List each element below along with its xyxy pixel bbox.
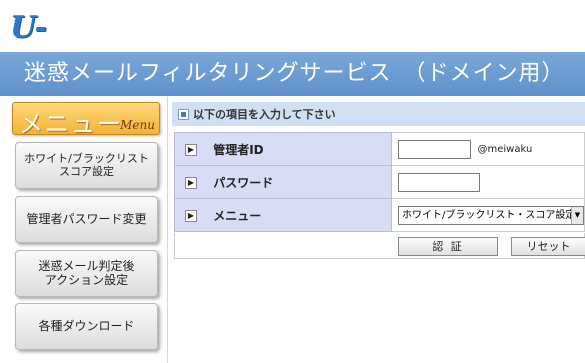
menu-select-value: ホワイト/ブラックリスト・スコア設定 bbox=[402, 209, 576, 221]
chevron-down-icon[interactable]: ▼ bbox=[571, 206, 583, 224]
spam-action-settings-button[interactable]: 迷惑メール判定後 アクション設定 bbox=[15, 250, 158, 297]
admin-id-label: 管理者ID bbox=[213, 142, 264, 157]
password-value-cell bbox=[391, 165, 585, 199]
menu-title: メニュー bbox=[19, 110, 123, 138]
section-header: 以下の項目を入力して下さい bbox=[172, 102, 585, 126]
password-input[interactable] bbox=[398, 172, 480, 192]
menu-select[interactable]: ホワイト/ブラックリスト・スコア設定 ▼ bbox=[398, 205, 584, 225]
reset-button[interactable]: リセット bbox=[511, 237, 585, 256]
domain-suffix: @meiwaku bbox=[477, 143, 533, 155]
main-content: 以下の項目を入力して下さい ▶ 管理者ID @meiwaku ▶ パスワード ▶… bbox=[172, 96, 585, 363]
menu-label-cell: ▶ メニュー bbox=[174, 198, 392, 232]
password-label-cell: ▶ パスワード bbox=[174, 165, 392, 199]
admin-id-input[interactable] bbox=[398, 139, 471, 159]
admin-id-value-cell: @meiwaku bbox=[391, 132, 585, 166]
u-netsurf-logo: U-netSURF bbox=[10, 10, 153, 85]
form-row-menu: ▶ メニュー ホワイト/ブラックリスト・スコア設定 ▼ bbox=[174, 198, 585, 232]
form-actions: 認 証 リセット bbox=[174, 233, 585, 259]
admin-password-change-button[interactable]: 管理者パスワード変更 bbox=[15, 196, 158, 243]
authenticate-button[interactable]: 認 証 bbox=[398, 237, 498, 256]
sidebar: メニュー Menu ホワイト/ブラックリスト スコア設定 管理者パスワード変更 … bbox=[0, 96, 168, 363]
downloads-button[interactable]: 各種ダウンロード bbox=[15, 303, 158, 350]
arrow-right-icon: ▶ bbox=[185, 144, 197, 156]
menu-header: メニュー Menu bbox=[12, 102, 160, 138]
form-row-admin-id: ▶ 管理者ID @meiwaku bbox=[174, 132, 585, 166]
menu-value-cell: ホワイト/ブラックリスト・スコア設定 ▼ bbox=[391, 198, 585, 232]
menu-select-label: メニュー bbox=[213, 208, 262, 223]
login-form-table: ▶ 管理者ID @meiwaku ▶ パスワード ▶ メニュー ホワイト/ブラッ… bbox=[174, 132, 585, 232]
password-label: パスワード bbox=[213, 175, 274, 190]
form-row-password: ▶ パスワード bbox=[174, 165, 585, 199]
page-banner-title: 迷惑メールフィルタリングサービス （ドメイン用） bbox=[0, 52, 585, 96]
whitelist-blacklist-score-button[interactable]: ホワイト/ブラックリスト スコア設定 bbox=[15, 142, 158, 189]
arrow-right-icon: ▶ bbox=[185, 210, 197, 222]
admin-id-label-cell: ▶ 管理者ID bbox=[174, 132, 392, 166]
menu-subtitle: Menu bbox=[120, 118, 155, 132]
section-title: 以下の項目を入力して下さい bbox=[193, 108, 336, 121]
arrow-right-icon: ▶ bbox=[185, 177, 197, 189]
section-bullet-icon bbox=[178, 108, 189, 120]
